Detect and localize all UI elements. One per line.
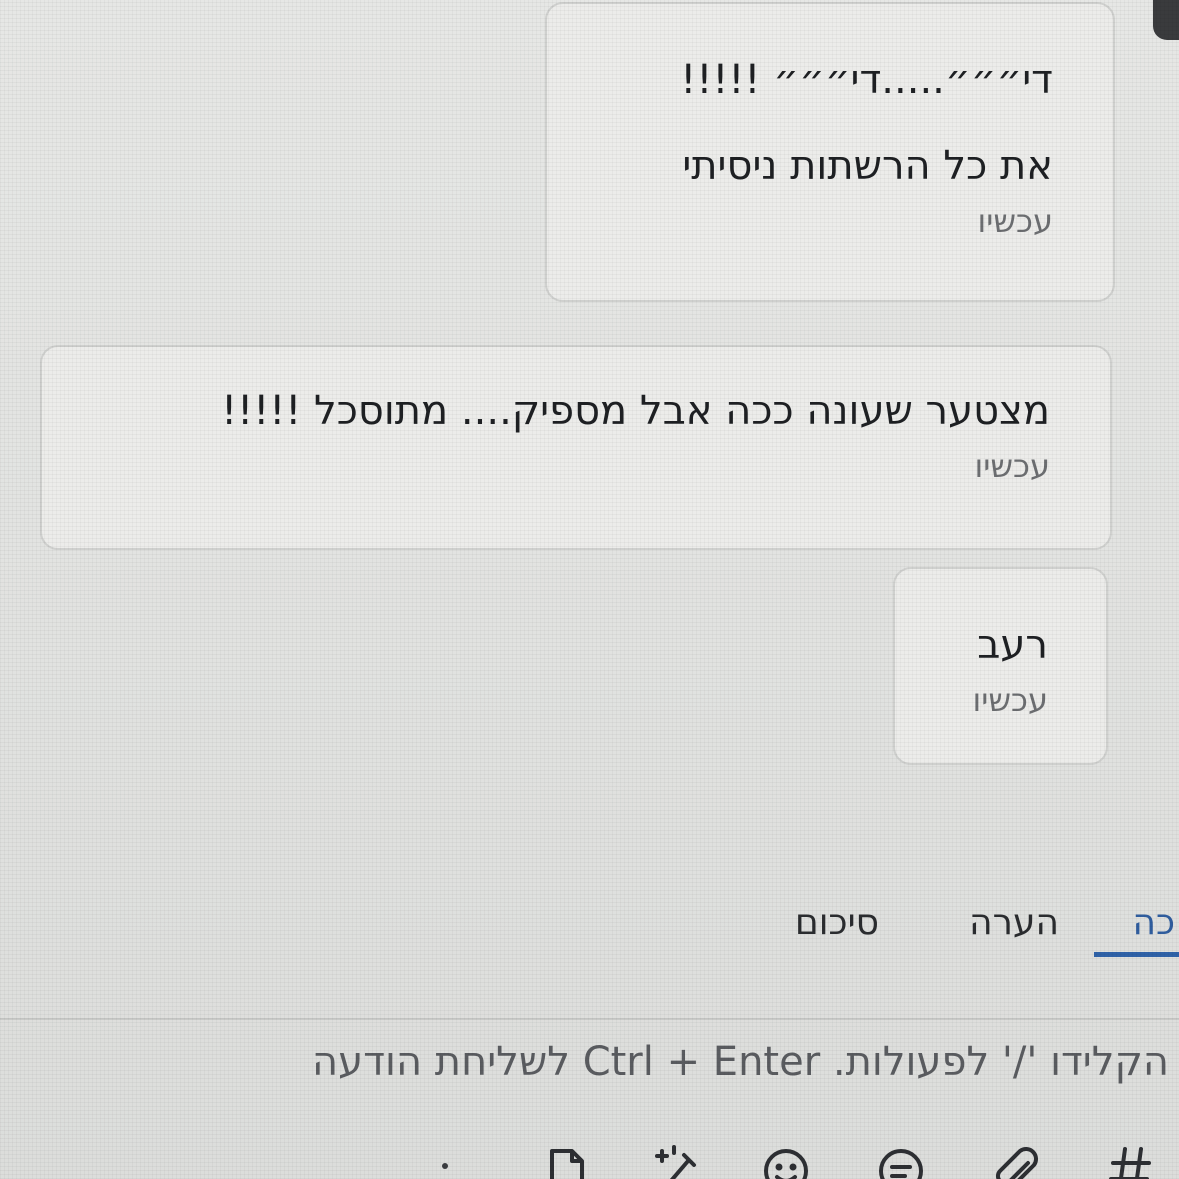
hash-icon[interactable] — [1103, 1141, 1159, 1179]
message-bubble: די״״״.....די״״״ !!!!! את כל הרשתות ניסית… — [545, 2, 1115, 302]
message-timestamp: עכשיו — [977, 202, 1054, 240]
message-timestamp: עכשיו — [974, 447, 1051, 485]
paperclip-icon[interactable] — [988, 1141, 1044, 1179]
active-tab-indicator — [1094, 952, 1179, 957]
composer-toolbar — [420, 1135, 1179, 1179]
message-bubble: מצטער שעונה ככה אבל מספיק.... מתוסכל !!!… — [40, 345, 1112, 550]
message-composer — [0, 1020, 1179, 1100]
message-bubble: רעב עכשיו — [893, 567, 1108, 765]
canned-response-icon[interactable] — [873, 1141, 929, 1179]
emoji-icon[interactable] — [758, 1141, 814, 1179]
message-timestamp: עכשיו — [972, 681, 1049, 719]
message-text: רעב — [977, 622, 1048, 668]
document-icon[interactable] — [538, 1141, 594, 1179]
message-text: את כל הרשתות ניסיתי — [682, 143, 1053, 189]
magic-wand-icon[interactable] — [648, 1141, 704, 1179]
composer-tabs: כה הערה סיכום — [0, 880, 1179, 960]
message-text: די״״״.....די״״״ !!!!! — [680, 57, 1053, 103]
toolbar-separator — [442, 1163, 448, 1169]
tab-note[interactable]: הערה — [969, 902, 1059, 943]
tab-summary[interactable]: סיכום — [795, 902, 879, 943]
message-input[interactable] — [0, 1032, 1169, 1092]
scrollbar-thumb[interactable] — [1153, 0, 1179, 40]
chat-screen: די״״״.....די״״״ !!!!! את כל הרשתות ניסית… — [0, 0, 1179, 1179]
message-text: מצטער שעונה ככה אבל מספיק.... מתוסכל !!!… — [221, 388, 1050, 434]
